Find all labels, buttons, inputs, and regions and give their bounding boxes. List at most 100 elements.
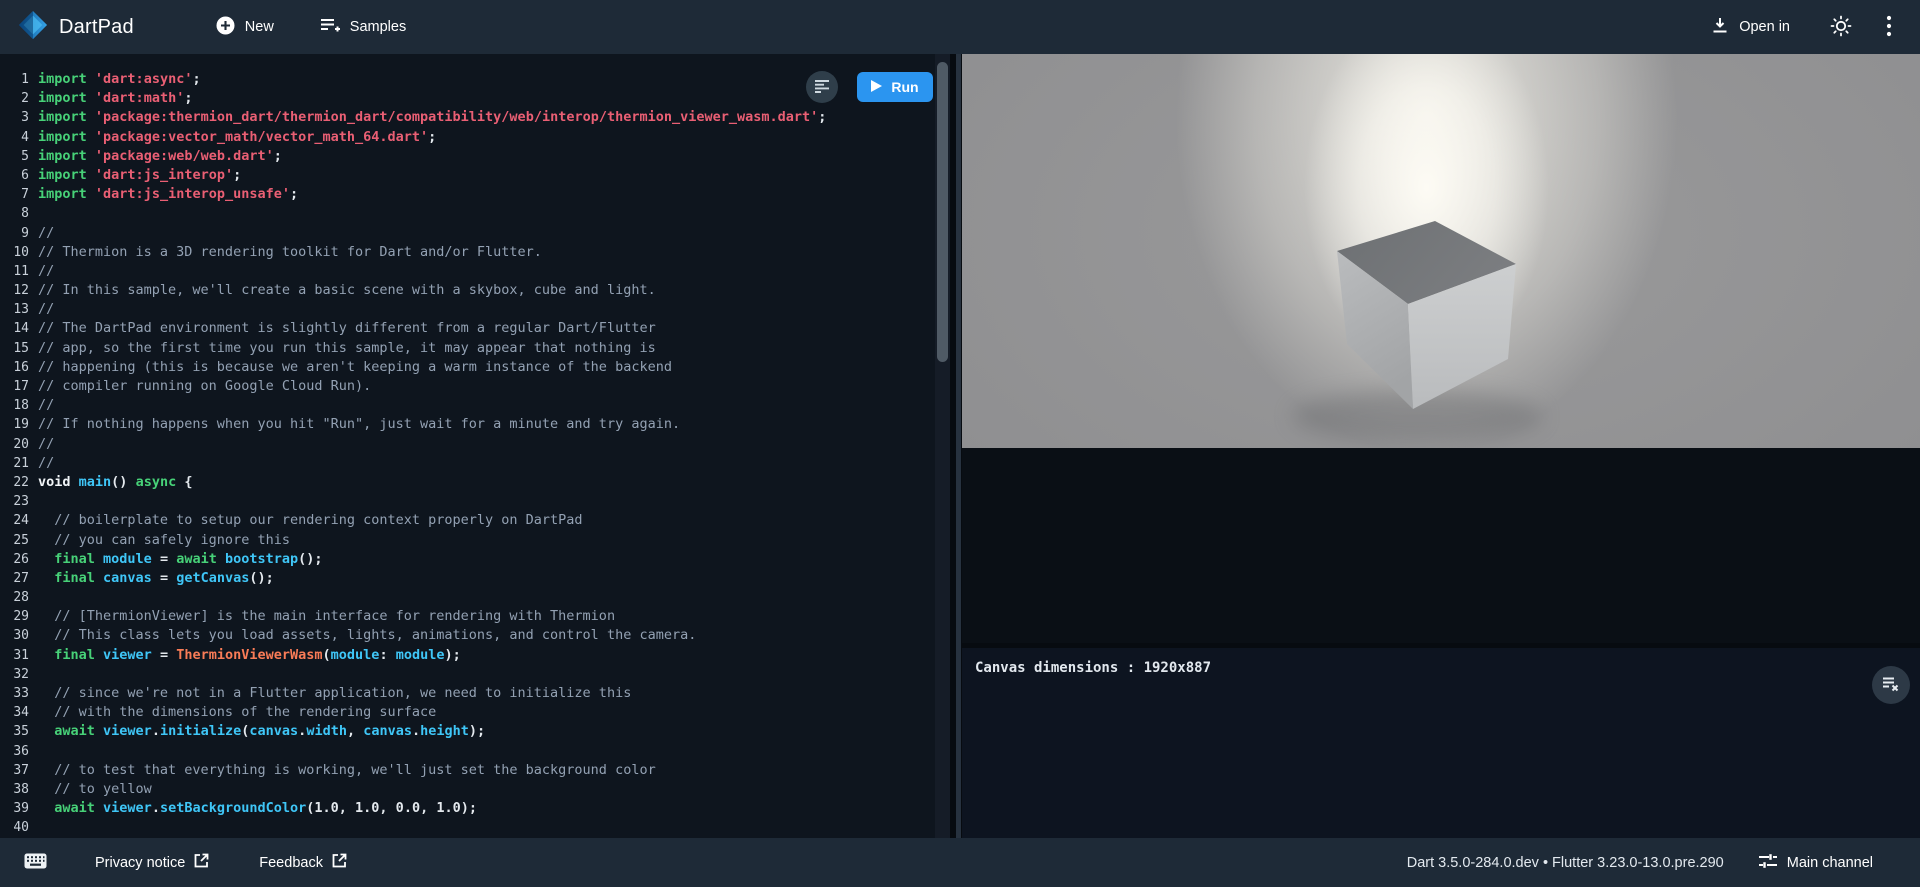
- samples-label: Samples: [350, 19, 406, 35]
- run-button[interactable]: Run: [857, 72, 933, 102]
- overflow-menu-button[interactable]: [1886, 15, 1892, 40]
- code-line[interactable]: 40: [0, 818, 935, 837]
- version-text: Dart 3.5.0-284.0.dev • Flutter 3.23.0-13…: [1407, 855, 1724, 871]
- code-text: import 'dart:async';: [38, 70, 201, 89]
- playlist-add-icon: [320, 16, 340, 38]
- code-line[interactable]: 18//: [0, 396, 935, 415]
- dartpad-app: DartPad New Samples: [0, 0, 1920, 887]
- feedback-link[interactable]: Feedback: [259, 853, 347, 872]
- code-line[interactable]: 10// Thermion is a 3D rendering toolkit …: [0, 243, 935, 262]
- code-text: //: [38, 262, 54, 281]
- code-line[interactable]: 8: [0, 204, 935, 223]
- line-number: 29: [0, 607, 38, 626]
- pane-splitter: [950, 54, 962, 838]
- new-button[interactable]: New: [216, 16, 274, 39]
- code-line[interactable]: 36: [0, 742, 935, 761]
- code-line[interactable]: 31 final viewer = ThermionViewerWasm(mod…: [0, 646, 935, 665]
- cube: [1337, 221, 1516, 409]
- format-button[interactable]: [806, 71, 838, 103]
- open-in-button[interactable]: Open in: [1711, 16, 1790, 38]
- code-line[interactable]: 7import 'dart:js_interop_unsafe';: [0, 185, 935, 204]
- line-number: 6: [0, 166, 38, 185]
- clear-console-icon: [1882, 676, 1900, 695]
- code-line[interactable]: 6import 'dart:js_interop';: [0, 166, 935, 185]
- code-line[interactable]: 14// The DartPad environment is slightly…: [0, 319, 935, 338]
- code-line[interactable]: 17// compiler running on Google Cloud Ru…: [0, 377, 935, 396]
- code-line[interactable]: 3import 'package:thermion_dart/thermion_…: [0, 108, 935, 127]
- code-line[interactable]: 39 await viewer.setBackgroundColor(1.0, …: [0, 799, 935, 818]
- code-line[interactable]: 16// happening (this is because we aren'…: [0, 358, 935, 377]
- keyboard-shortcuts-button[interactable]: [24, 853, 47, 872]
- code-line[interactable]: 22void main() async {: [0, 473, 935, 492]
- code-text: // with the dimensions of the rendering …: [38, 703, 436, 722]
- code-text: final module = await bootstrap();: [38, 550, 323, 569]
- code-text: //: [38, 300, 54, 319]
- line-number: 37: [0, 761, 38, 780]
- code-text: // If nothing happens when you hit "Run"…: [38, 415, 680, 434]
- code-line[interactable]: 35 await viewer.initialize(canvas.width,…: [0, 722, 935, 741]
- code-text: // In this sample, we'll create a basic …: [38, 281, 656, 300]
- channel-selector[interactable]: Main channel: [1758, 852, 1873, 874]
- dart-logo-icon: [18, 10, 48, 45]
- splitter-handle[interactable]: [956, 54, 961, 838]
- code-text: // This class lets you load assets, ligh…: [38, 626, 696, 645]
- console-panel: Canvas dimensions : 1920x887: [962, 648, 1920, 838]
- brightness-toggle-button[interactable]: [1830, 15, 1852, 40]
- channel-label: Main channel: [1787, 855, 1873, 871]
- code-line[interactable]: 32: [0, 665, 935, 684]
- code-text: import 'package:thermion_dart/thermion_d…: [38, 108, 826, 127]
- samples-button[interactable]: Samples: [320, 16, 406, 38]
- console-output: Canvas dimensions : 1920x887: [975, 660, 1211, 676]
- line-number: 15: [0, 339, 38, 358]
- code-line[interactable]: 1import 'dart:async';: [0, 70, 935, 89]
- code-line[interactable]: 33 // since we're not in a Flutter appli…: [0, 684, 935, 703]
- scrollbar-thumb[interactable]: [937, 62, 948, 362]
- code-area[interactable]: 1import 'dart:async';2import 'dart:math'…: [0, 54, 935, 838]
- privacy-notice-link[interactable]: Privacy notice: [95, 853, 209, 872]
- code-line[interactable]: 4import 'package:vector_math/vector_math…: [0, 128, 935, 147]
- code-line[interactable]: 24 // boilerplate to setup our rendering…: [0, 511, 935, 530]
- line-number: 26: [0, 550, 38, 569]
- line-number: 10: [0, 243, 38, 262]
- download-icon: [1711, 16, 1729, 38]
- line-number: 22: [0, 473, 38, 492]
- line-number: 2: [0, 89, 38, 108]
- line-number: 3: [0, 108, 38, 127]
- line-number: 17: [0, 377, 38, 396]
- code-text: // you can safely ignore this: [38, 531, 290, 550]
- code-line[interactable]: 25 // you can safely ignore this: [0, 531, 935, 550]
- privacy-label: Privacy notice: [95, 855, 185, 871]
- code-line[interactable]: 9//: [0, 224, 935, 243]
- code-line[interactable]: 12// In this sample, we'll create a basi…: [0, 281, 935, 300]
- code-line[interactable]: 19// If nothing happens when you hit "Ru…: [0, 415, 935, 434]
- code-line[interactable]: 27 final canvas = getCanvas();: [0, 569, 935, 588]
- editor-scrollbar[interactable]: [935, 54, 950, 838]
- code-line[interactable]: 13//: [0, 300, 935, 319]
- line-number: 27: [0, 569, 38, 588]
- code-line[interactable]: 20//: [0, 435, 935, 454]
- code-text: // happening (this is because we aren't …: [38, 358, 672, 377]
- code-line[interactable]: 2import 'dart:math';: [0, 89, 935, 108]
- code-text: import 'package:web/web.dart';: [38, 147, 282, 166]
- code-line[interactable]: 30 // This class lets you load assets, l…: [0, 626, 935, 645]
- code-line[interactable]: 34 // with the dimensions of the renderi…: [0, 703, 935, 722]
- code-line[interactable]: 38 // to yellow: [0, 780, 935, 799]
- render-canvas[interactable]: [962, 54, 1920, 448]
- code-text: // compiler running on Google Cloud Run)…: [38, 377, 371, 396]
- play-icon: [871, 79, 882, 95]
- clear-console-button[interactable]: [1872, 666, 1910, 704]
- code-line[interactable]: 26 final module = await bootstrap();: [0, 550, 935, 569]
- line-number: 20: [0, 435, 38, 454]
- code-text: //: [38, 435, 54, 454]
- code-line[interactable]: 37 // to test that everything is working…: [0, 761, 935, 780]
- code-line[interactable]: 21//: [0, 454, 935, 473]
- line-number: 28: [0, 588, 38, 607]
- line-number: 14: [0, 319, 38, 338]
- code-line[interactable]: 28: [0, 588, 935, 607]
- code-line[interactable]: 29 // [ThermionViewer] is the main inter…: [0, 607, 935, 626]
- code-line[interactable]: 23: [0, 492, 935, 511]
- code-line[interactable]: 15// app, so the first time you run this…: [0, 339, 935, 358]
- code-text: final viewer = ThermionViewerWasm(module…: [38, 646, 461, 665]
- code-line[interactable]: 5import 'package:web/web.dart';: [0, 147, 935, 166]
- code-line[interactable]: 11//: [0, 262, 935, 281]
